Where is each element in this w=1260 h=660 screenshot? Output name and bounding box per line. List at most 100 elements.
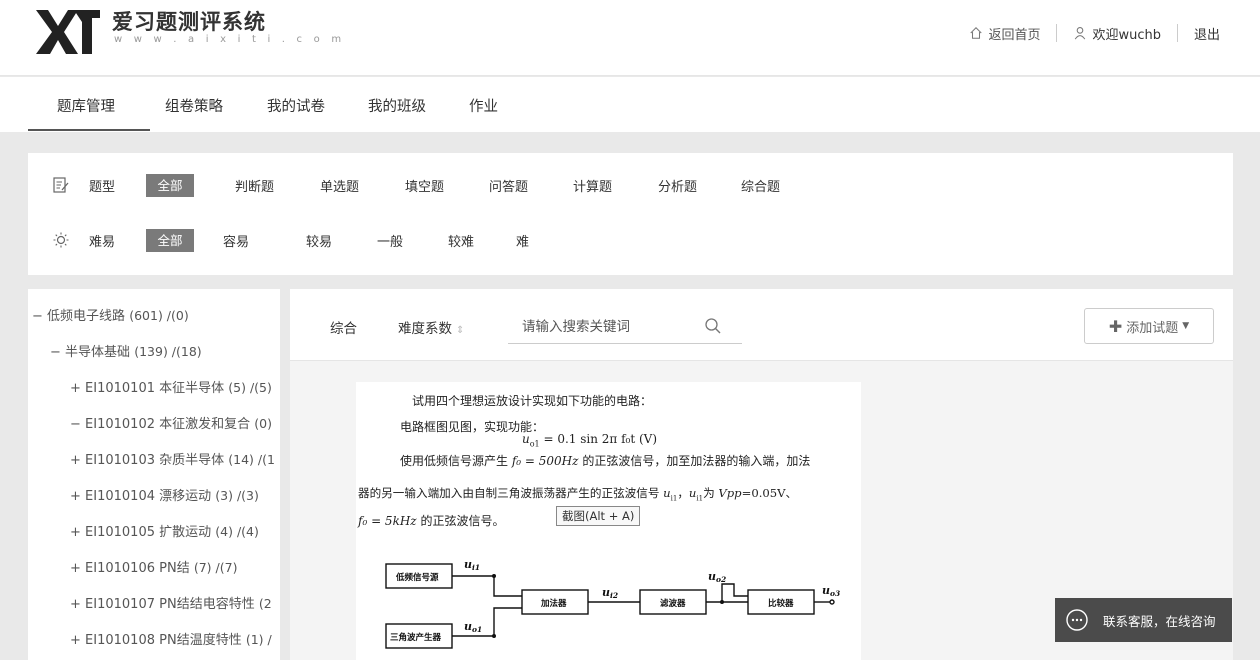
home-label: 返回首页 (988, 27, 1041, 43)
nav-item-my-class[interactable]: 我的班级 (368, 95, 426, 116)
formula-var: u (663, 486, 671, 500)
nav-item-strategy[interactable]: 组卷策略 (165, 95, 223, 116)
sort-comprehensive[interactable]: 综合 (330, 317, 357, 337)
var: u (464, 620, 472, 633)
tree-node[interactable]: − 半导体基础 (139) /(18) (50, 341, 202, 360)
formula-var: u (522, 432, 530, 446)
filter-difficulty-all[interactable]: 全部 (146, 229, 194, 252)
text-part: 的正弦波信号，加至加法器的输入端，加法 (582, 454, 811, 468)
filter-type-option[interactable]: 判断题 (235, 176, 274, 195)
filter-type-option[interactable]: 问答题 (489, 176, 528, 195)
question-line: 试用四个理想运放设计实现如下功能的电路： (412, 394, 653, 408)
label-ui2: ui2 (602, 586, 618, 600)
tree-node-count: (1) / (245, 632, 272, 647)
formula-inline: f₀ = 500Hz (511, 454, 579, 468)
header-actions: 返回首页 欢迎wuchb 退出 (969, 22, 1220, 44)
tree-node-label: EI1010106 PN结 (85, 561, 190, 576)
tree-node-label: EI1010102 本征激发和复合 (85, 417, 251, 432)
contact-label: 联系客服，在线咨询 (1103, 613, 1216, 629)
tree-node[interactable]: + EI1010105 扩散运动 (4) /(4) (70, 521, 259, 540)
tree-node[interactable]: + EI1010107 PN结结电容特性 (2 (70, 593, 272, 612)
aixiti-logo[interactable] (34, 6, 102, 58)
text-part: 使用低频信号源产生 (400, 454, 509, 468)
add-question-button[interactable]: ✚ 添加试题 ▼ (1084, 308, 1214, 344)
user-link[interactable]: 欢迎wuchb (1073, 24, 1161, 43)
tree-node-label: EI1010103 杂质半导体 (85, 453, 225, 468)
filter-type-all[interactable]: 全部 (146, 174, 194, 197)
tree-node[interactable]: + EI1010104 漂移运动 (3) /(3) (70, 485, 259, 504)
contact-support-button[interactable]: 联系客服，在线咨询 (1055, 598, 1232, 642)
sun-icon (53, 232, 69, 248)
tree-toggle[interactable]: − (32, 309, 43, 324)
formula-sub: o1 (529, 439, 540, 449)
sub: i2 (610, 591, 618, 600)
tree-node-label: EI1010104 漂移运动 (85, 489, 212, 504)
tree-node[interactable]: + EI1010106 PN结 (7) /(7) (70, 557, 237, 576)
var: u (708, 570, 716, 583)
tree-toggle[interactable]: − (70, 417, 81, 432)
tree-toggle[interactable]: + (70, 381, 81, 396)
tree-toggle[interactable]: + (70, 453, 81, 468)
screenshot-tooltip: 截图(Alt + A) (556, 506, 641, 526)
filter-type-option[interactable]: 分析题 (658, 176, 697, 195)
sort-difficulty-label: 难度系数 (398, 321, 452, 337)
tree-node[interactable]: + EI1010108 PN结温度特性 (1) / (70, 629, 272, 648)
filter-panel: 题型 全部 判断题 单选题 填空题 问答题 计算题 分析题 综合题 难易 全部 … (28, 153, 1233, 275)
tree-node[interactable]: + EI1010103 杂质半导体 (14) /(1 (70, 449, 275, 468)
filter-difficulty-option[interactable]: 难 (516, 231, 529, 250)
tree-node-label: 半导体基础 (65, 345, 131, 360)
search-icon[interactable] (704, 317, 722, 335)
formula-rest: = 0.1 sin 2π f₀t (V) (539, 432, 658, 446)
tree-toggle[interactable]: + (70, 525, 81, 540)
tree-toggle[interactable]: + (70, 489, 81, 504)
sort-difficulty[interactable]: 难度系数 ⇕ (398, 317, 464, 337)
label-ui1: ui1 (464, 558, 480, 572)
label-uo2: uo2 (708, 570, 726, 584)
brand-url: w w w . a i x i t i . c o m (114, 34, 346, 45)
var: u (464, 558, 472, 571)
welcome-label: 欢迎wuchb (1092, 27, 1161, 43)
text-part: ， (677, 486, 689, 500)
tree-toggle[interactable]: + (70, 597, 81, 612)
filter-type-option[interactable]: 填空题 (405, 176, 444, 195)
filter-type-option[interactable]: 计算题 (573, 176, 612, 195)
tree-node[interactable]: − EI1010102 本征激发和复合 (0) (70, 413, 272, 432)
text-part: 器的另一输入端加入由自制三角波振荡器产生的正弦波信号 (358, 486, 660, 500)
tree-node[interactable]: + EI1010101 本征半导体 (5) /(5) (70, 377, 272, 396)
tree-node-count: (4) /(4) (215, 524, 259, 539)
nav-item-question-bank[interactable]: 题库管理 (57, 95, 115, 116)
tree-node-count: (7) /(7) (193, 560, 238, 575)
divider (1176, 24, 1178, 42)
nav-item-homework[interactable]: 作业 (469, 95, 498, 116)
home-link[interactable]: 返回首页 (969, 24, 1040, 43)
tree-node-label: 低频电子线路 (47, 309, 126, 324)
filter-type-option[interactable]: 综合题 (741, 176, 780, 195)
add-question-label: 添加试题 (1126, 320, 1179, 336)
label-uo1: uo1 (464, 620, 482, 634)
home-icon (970, 27, 983, 39)
label-signal-source: 低频信号源 (395, 572, 439, 583)
tree-toggle[interactable]: + (70, 633, 81, 648)
question-line: 使用低频信号源产生 f₀ = 500Hz 的正弦波信号，加至加法器的输入端，加法 (400, 452, 810, 469)
chat-bubble-icon (1066, 609, 1088, 631)
tree-node-count: (3) /(3) (215, 488, 259, 503)
filter-type-option[interactable]: 单选题 (320, 176, 359, 195)
tree-node-count: (139) /(18) (134, 344, 202, 359)
tree-toggle[interactable]: + (70, 561, 81, 576)
filter-difficulty-option[interactable]: 一般 (377, 231, 403, 250)
question-card[interactable]: 试用四个理想运放设计实现如下功能的电路： 电路框图见图，实现功能： uo1 = … (356, 382, 861, 660)
filter-difficulty-option[interactable]: 容易 (223, 231, 249, 250)
nav-active-indicator (28, 129, 150, 131)
tree-node[interactable]: − 低频电子线路 (601) /(0) (32, 305, 189, 324)
tree-node-label: EI1010101 本征半导体 (85, 381, 225, 396)
tree-toggle[interactable]: − (50, 345, 61, 360)
text-part: 为 (703, 486, 715, 500)
logout-link[interactable]: 退出 (1194, 24, 1220, 43)
filter-row-type: 题型 全部 判断题 单选题 填空题 问答题 计算题 分析题 综合题 (28, 170, 1233, 200)
label-comparator: 比较器 (768, 598, 794, 609)
nav-item-my-papers[interactable]: 我的试卷 (267, 95, 325, 116)
search-input[interactable] (520, 314, 700, 340)
filter-difficulty-option[interactable]: 较难 (448, 231, 474, 250)
brand-name: 爱习题测评系统 (112, 10, 266, 34)
filter-difficulty-option[interactable]: 较易 (306, 231, 332, 250)
